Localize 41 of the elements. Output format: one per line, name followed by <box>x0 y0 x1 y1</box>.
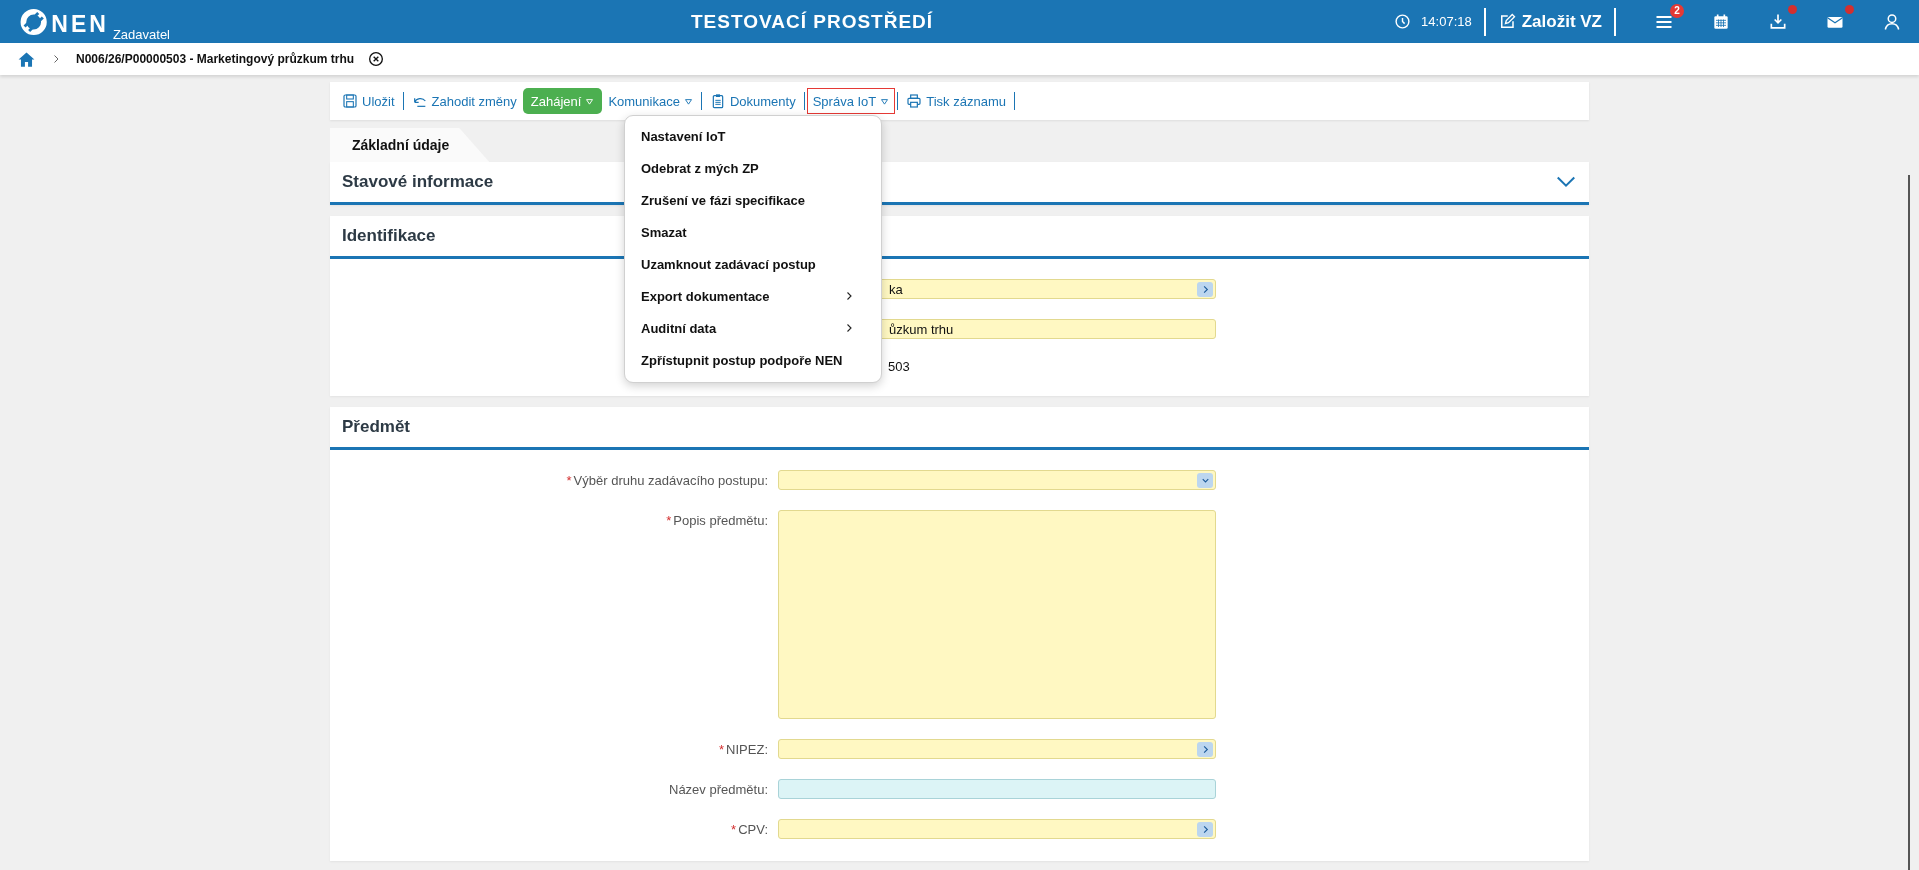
save-button[interactable]: Uložit <box>336 88 401 114</box>
discard-changes-button[interactable]: Zahodit změny <box>405 88 523 114</box>
create-tender-button[interactable]: Založit VZ <box>1497 11 1602 32</box>
logo-ring-icon <box>20 7 48 36</box>
tab[interactable]: Základní údaje <box>330 128 490 162</box>
triangle-down-icon <box>585 96 595 106</box>
printer-icon <box>906 93 923 109</box>
dropdown-button[interactable]: Komunikace <box>602 88 699 114</box>
save-icon <box>342 93 358 109</box>
scrollbar[interactable] <box>1908 175 1910 870</box>
menu-item[interactable]: Nastavení IoT <box>625 120 881 152</box>
panel-title: Předmět <box>342 417 411 437</box>
panel-title: Stavové informace <box>342 172 494 192</box>
triangle-down-icon <box>880 96 890 106</box>
user-icon[interactable] <box>1882 11 1902 32</box>
app-logo-text: NEN <box>51 12 109 36</box>
field-label: *CPV: <box>731 822 768 837</box>
menu-item[interactable]: Smazat <box>625 216 881 248</box>
environment-title: TESTOVACÍ PROSTŘEDÍ <box>690 10 935 33</box>
select-field[interactable] <box>778 470 1216 490</box>
field-label: Název předmětu: <box>669 782 768 797</box>
lookup-field[interactable] <box>778 819 1216 839</box>
dropdown-button[interactable]: Správa IoT <box>806 88 896 114</box>
menu-item[interactable]: Uzamknout zadávací postup <box>625 248 881 280</box>
breadcrumb-title[interactable]: N006/26/P00000503 - Marketingový průzkum trhu <box>76 52 355 66</box>
print-button[interactable]: Tisk záznamu <box>900 88 1012 114</box>
field-label: *NIPEZ: <box>719 742 768 757</box>
menu-item[interactable]: Zpřístupnit postup podpoře NEN <box>625 344 881 376</box>
clock-time: 14:07:18 <box>1421 14 1472 29</box>
clock-icon <box>1394 13 1412 30</box>
close-icon[interactable] <box>368 51 385 67</box>
panel-title: Identifikace <box>342 226 436 246</box>
field-value: 503 <box>888 359 910 374</box>
role-label: Zadavatel <box>112 26 170 42</box>
triangle-down-icon <box>683 96 693 106</box>
field-label: *Popis předmětu: <box>666 513 768 528</box>
documents-button[interactable]: Dokumenty <box>703 88 802 114</box>
home-icon[interactable] <box>17 49 36 69</box>
lookup-field[interactable] <box>778 739 1216 759</box>
notification-badge: 2 <box>1670 3 1684 18</box>
field-label: *Výběr druhu zadávacího postupu: <box>566 473 768 488</box>
